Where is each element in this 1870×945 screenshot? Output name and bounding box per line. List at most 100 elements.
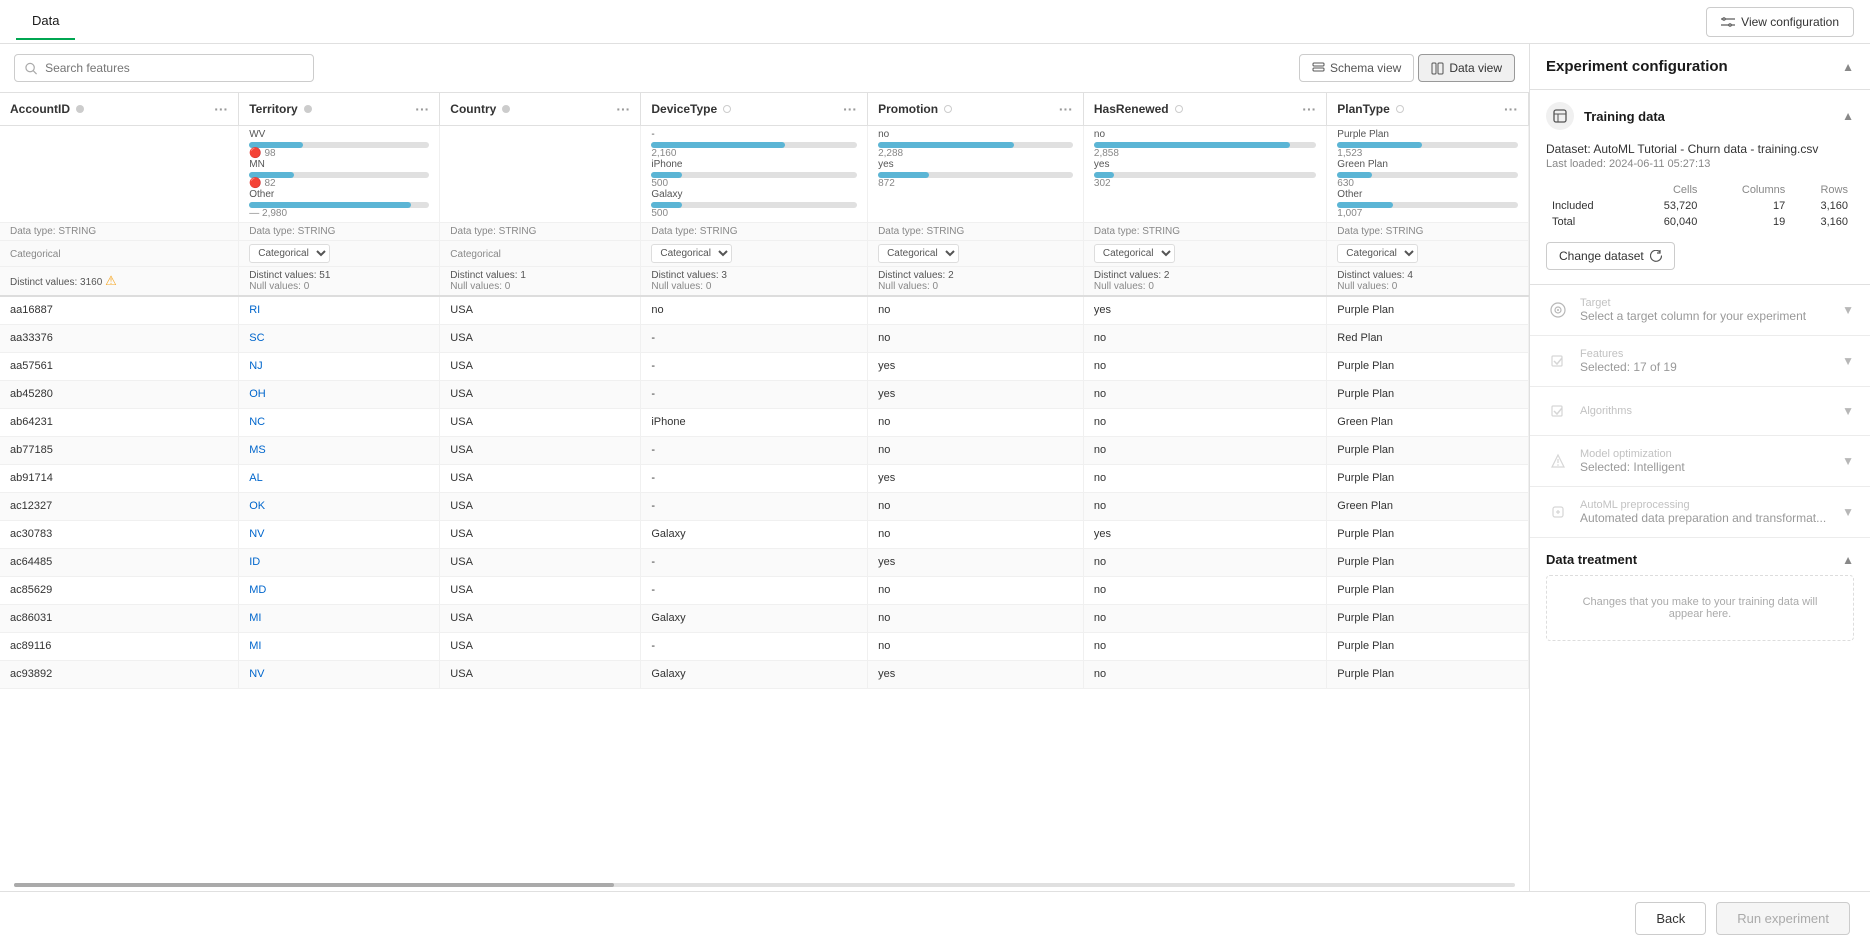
target-icon <box>1546 298 1570 322</box>
warning-icon: ⚠ <box>105 273 117 288</box>
distinct-value: Distinct values: 4 <box>1337 270 1413 281</box>
table-row: aa16887RIUSAnonoyesPurple Plan <box>0 296 1529 324</box>
col-header-promotion: Promotion ··· <box>868 93 1084 126</box>
table-cell: ac86031 <box>0 604 239 632</box>
stats-header-columns: Columns <box>1703 182 1791 198</box>
table-cell: no <box>1083 324 1326 352</box>
chevron-up-icon[interactable]: ▲ <box>1842 109 1854 123</box>
data-table-wrapper: AccountID ··· Territory ··· <box>0 93 1529 875</box>
table-cell: USA <box>440 576 641 604</box>
chevron-down-icon[interactable]: ▼ <box>1842 354 1854 368</box>
table-cell: yes <box>1083 296 1326 324</box>
table-cell: AL <box>239 464 440 492</box>
table-cell: ac85629 <box>0 576 239 604</box>
table-cell: no <box>1083 380 1326 408</box>
model-optimization-section[interactable]: Model optimization Selected: Intelligent… <box>1530 436 1870 487</box>
col-more[interactable]: ··· <box>1059 101 1073 117</box>
table-cell: Green Plan <box>1327 492 1529 520</box>
table-cell: Purple Plan <box>1327 548 1529 576</box>
bar-value: — 2,980 <box>249 208 429 219</box>
chevron-down-icon[interactable]: ▼ <box>1842 454 1854 468</box>
scroll-indicator <box>0 875 1529 891</box>
col-dot <box>944 105 952 113</box>
category-select[interactable]: Categorical <box>249 244 330 263</box>
data-view-button[interactable]: Data view <box>1418 54 1515 82</box>
bar-label: no <box>878 129 1073 140</box>
col-more[interactable]: ··· <box>214 101 228 117</box>
change-dataset-button[interactable]: Change dataset <box>1546 242 1675 270</box>
chevron-down-icon[interactable]: ▼ <box>1842 505 1854 519</box>
table-cell: SC <box>239 324 440 352</box>
run-experiment-button[interactable]: Run experiment <box>1716 902 1850 935</box>
table-cell: USA <box>440 352 641 380</box>
stats-row: Included 53,720 17 3,160 <box>1546 198 1854 214</box>
col-header-country: Country ··· <box>440 93 641 126</box>
table-cell: ac93892 <box>0 660 239 688</box>
target-section[interactable]: Target Select a target column for your e… <box>1530 285 1870 336</box>
table-cell: - <box>641 352 868 380</box>
table-cell: no <box>868 520 1084 548</box>
category-select[interactable]: Categorical <box>878 244 959 263</box>
table-cell: Purple Plan <box>1327 464 1529 492</box>
col-name: Territory <box>249 102 297 116</box>
col-more[interactable]: ··· <box>1504 101 1518 117</box>
features-section[interactable]: Features Selected: 17 of 19 ▼ <box>1530 336 1870 387</box>
table-cell: USA <box>440 632 641 660</box>
category-select[interactable]: Categorical <box>651 244 732 263</box>
dataset-name: Dataset: AutoML Tutorial - Churn data - … <box>1546 142 1854 156</box>
col-dot <box>1396 105 1404 113</box>
view-config-button[interactable]: View configuration <box>1706 7 1854 37</box>
table-cell: MD <box>239 576 440 604</box>
table-row: ac64485IDUSA-yesnoPurple Plan <box>0 548 1529 576</box>
category-row: Categorical Categorical Categorical Cate… <box>0 241 1529 267</box>
col-header-hasrenewed: HasRenewed ··· <box>1083 93 1326 126</box>
table-cell: NC <box>239 408 440 436</box>
automl-preprocessing-section[interactable]: AutoML preprocessing Automated data prep… <box>1530 487 1870 538</box>
bottom-bar: Back Run experiment <box>0 891 1870 945</box>
table-row: aa57561NJUSA-yesnoPurple Plan <box>0 352 1529 380</box>
null-value: Null values: 0 <box>1337 281 1397 292</box>
category-select[interactable]: Categorical <box>1337 244 1418 263</box>
table-cell: yes <box>1083 520 1326 548</box>
bar-value: 2,288 <box>878 148 1073 159</box>
bar-value: 1,523 <box>1337 148 1518 159</box>
chevron-down-icon[interactable]: ▼ <box>1842 303 1854 317</box>
table-cell: USA <box>440 548 641 576</box>
schema-view-button[interactable]: Schema view <box>1299 54 1414 82</box>
table-cell: Galaxy <box>641 660 868 688</box>
col-name: Country <box>450 102 496 116</box>
table-cell: Purple Plan <box>1327 352 1529 380</box>
bar-value: 2,160 <box>651 148 857 159</box>
table-cell: OK <box>239 492 440 520</box>
training-data-header[interactable]: Training data ▲ <box>1530 90 1870 142</box>
table-row: ac89116MIUSA-nonoPurple Plan <box>0 632 1529 660</box>
algorithms-section[interactable]: Algorithms ▼ <box>1530 387 1870 436</box>
bar-label: Other <box>249 189 429 200</box>
col-more[interactable]: ··· <box>616 101 630 117</box>
table-cell: Purple Plan <box>1327 632 1529 660</box>
chevron-down-icon[interactable]: ▼ <box>1842 404 1854 418</box>
search-input[interactable] <box>45 61 303 75</box>
col-more[interactable]: ··· <box>1302 101 1316 117</box>
chevron-up-icon[interactable]: ▲ <box>1842 553 1854 567</box>
null-value: Null values: 0 <box>878 281 938 292</box>
table-cell: Galaxy <box>641 520 868 548</box>
table-cell: - <box>641 464 868 492</box>
back-button[interactable]: Back <box>1635 902 1706 935</box>
automl-label: AutoML preprocessing <box>1580 499 1826 511</box>
experiment-title: Experiment configuration <box>1546 58 1728 75</box>
features-label: Features <box>1580 348 1677 360</box>
tab-data[interactable]: Data <box>16 3 75 40</box>
algorithms-icon <box>1546 399 1570 423</box>
chevron-up-icon[interactable]: ▲ <box>1842 60 1854 74</box>
col-more[interactable]: ··· <box>843 101 857 117</box>
table-cell: iPhone <box>641 408 868 436</box>
search-box[interactable] <box>14 54 314 82</box>
features-icon <box>1546 349 1570 373</box>
col-name: Promotion <box>878 102 938 116</box>
col-header-plantype: PlanType ··· <box>1327 93 1529 126</box>
table-header-row: AccountID ··· Territory ··· <box>0 93 1529 126</box>
col-more[interactable]: ··· <box>415 101 429 117</box>
summary-bar-row: WV 🔴 98 MN 🔴 82 Other — 2,980 <box>0 126 1529 223</box>
category-select[interactable]: Categorical <box>1094 244 1175 263</box>
